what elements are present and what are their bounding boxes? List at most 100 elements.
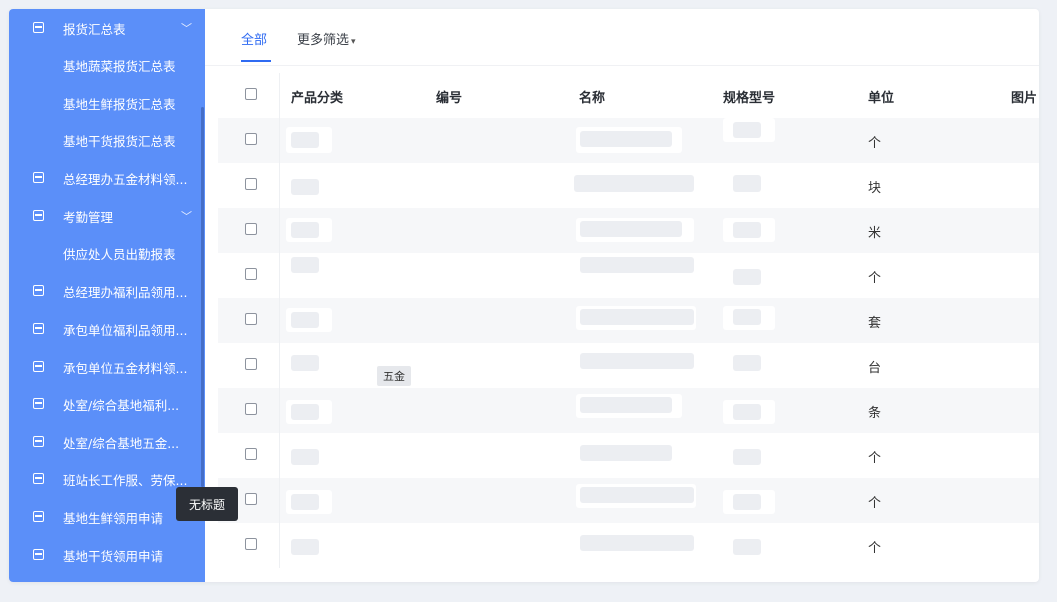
- table-row[interactable]: 米: [218, 208, 1039, 253]
- column-header-code[interactable]: 编号: [436, 87, 462, 106]
- row-checkbox[interactable]: [245, 358, 257, 370]
- chevron-down-icon[interactable]: ﹀: [181, 208, 192, 224]
- tooltip: 无标题: [176, 487, 238, 521]
- unit-cell: 个: [868, 451, 882, 466]
- form-icon: [33, 361, 44, 372]
- category-cell-placeholder: [291, 257, 319, 273]
- form-icon: [33, 436, 44, 447]
- spec-cell-placeholder: [733, 175, 761, 192]
- name-cell-placeholder: [580, 445, 672, 461]
- unit-cell: 个: [868, 496, 882, 511]
- sidebar-item-dept-hardware[interactable]: 处室/综合基地五金...: [9, 427, 205, 457]
- spec-cell-placeholder: [733, 404, 761, 420]
- sidebar-scrollbar[interactable]: [201, 107, 204, 487]
- tab-more-filters[interactable]: 更多筛选 ▾: [297, 29, 356, 48]
- table-row[interactable]: 块: [218, 163, 1039, 208]
- category-cell-placeholder: [291, 179, 319, 195]
- form-icon: [33, 172, 44, 183]
- category-cell-placeholder: [291, 132, 319, 148]
- form-icon: [33, 398, 44, 409]
- chevron-down-icon[interactable]: ﹀: [181, 20, 192, 36]
- table-row[interactable]: 个: [218, 478, 1039, 523]
- row-checkbox[interactable]: [245, 448, 257, 460]
- sidebar-item-fresh-summary[interactable]: 基地生鲜报货汇总表: [9, 88, 205, 118]
- name-cell-placeholder: [580, 397, 672, 413]
- tab-all[interactable]: 全部: [241, 29, 267, 48]
- form-icon: [33, 473, 44, 484]
- column-divider: [279, 523, 280, 568]
- main-content: 全部 更多筛选 ▾ 产品分类 编号 名称 规格型号 单位 图片 个 块 米 个 …: [205, 9, 1039, 582]
- column-header-category[interactable]: 产品分类: [291, 87, 343, 106]
- sidebar-item-label: 承包单位福利品领用...: [63, 322, 188, 338]
- sidebar-item-label: 处室/综合基地五金...: [63, 435, 180, 451]
- sidebar-item-gm-hardware[interactable]: 总经理办五金材料领...: [9, 163, 205, 193]
- sidebar-item-label: 基地干货报货汇总表: [63, 133, 176, 149]
- form-icon: [33, 210, 44, 221]
- row-checkbox[interactable]: [245, 268, 257, 280]
- table-row[interactable]: 个: [218, 253, 1039, 298]
- form-icon: [33, 511, 44, 522]
- column-divider: [279, 388, 280, 433]
- name-cell-placeholder: [580, 535, 694, 551]
- unit-cell: 套: [868, 316, 882, 331]
- category-cell-placeholder: [291, 539, 319, 555]
- name-cell-placeholder: [580, 487, 694, 503]
- sidebar-item-attendance-report[interactable]: 供应处人员出勤报表: [9, 238, 205, 268]
- column-divider: [279, 343, 280, 388]
- category-cell-placeholder: [291, 494, 319, 510]
- sidebar-item-label: 基地蔬菜报货汇总表: [63, 58, 176, 74]
- column-divider: [279, 433, 280, 478]
- sidebar-item-dept-welfare[interactable]: 处室/综合基地福利...: [9, 389, 205, 419]
- sidebar-item-dry-goods-summary[interactable]: 基地干货报货汇总表: [9, 125, 205, 155]
- sidebar-item-label: 总经理办五金材料领...: [63, 171, 188, 187]
- column-header-spec[interactable]: 规格型号: [723, 87, 775, 106]
- spec-cell-placeholder: [733, 494, 761, 510]
- table-row[interactable]: 套: [218, 298, 1039, 343]
- row-checkbox[interactable]: [245, 313, 257, 325]
- unit-cell: 条: [868, 406, 882, 421]
- sidebar-item-contractor-welfare[interactable]: 承包单位福利品领用...: [9, 314, 205, 344]
- sidebar-group-attendance[interactable]: 考勤管理 ﹀: [9, 201, 205, 231]
- category-cell-placeholder: [291, 449, 319, 465]
- row-checkbox[interactable]: [245, 403, 257, 415]
- sidebar-item-label: 供应处人员出勤报表: [63, 246, 176, 262]
- unit-cell: 个: [868, 271, 882, 286]
- sidebar-item-vegetable-summary[interactable]: 基地蔬菜报货汇总表: [9, 50, 205, 80]
- category-cell-placeholder: [291, 404, 319, 420]
- app-window: 报货汇总表 ﹀ 基地蔬菜报货汇总表 基地生鲜报货汇总表 基地干货报货汇总表 总经…: [9, 9, 1039, 582]
- tab-active-indicator: [241, 60, 271, 62]
- table-row[interactable]: 个: [218, 523, 1039, 568]
- row-checkbox[interactable]: [245, 178, 257, 190]
- sidebar-item-label: 基地生鲜领用申请: [63, 510, 164, 526]
- column-divider: [279, 298, 280, 343]
- form-icon: [33, 285, 44, 296]
- unit-cell: 个: [868, 136, 882, 151]
- table-row[interactable]: 个: [218, 433, 1039, 478]
- row-checkbox[interactable]: [245, 538, 257, 550]
- column-header-unit[interactable]: 单位: [868, 87, 894, 106]
- unit-cell: 个: [868, 541, 882, 556]
- table-row[interactable]: 台: [218, 343, 1039, 388]
- spec-cell-placeholder: [733, 449, 761, 465]
- sidebar-item-gm-welfare[interactable]: 总经理办福利品领用...: [9, 276, 205, 306]
- form-icon: [33, 549, 44, 560]
- sidebar-group-report-summary[interactable]: 报货汇总表 ﹀: [9, 13, 205, 43]
- unit-cell: 米: [868, 226, 882, 241]
- name-cell-placeholder: [580, 257, 694, 273]
- name-cell-placeholder: [580, 353, 694, 369]
- unit-cell: 块: [868, 181, 882, 196]
- column-header-image[interactable]: 图片: [1011, 87, 1037, 106]
- name-cell-placeholder: [580, 131, 672, 147]
- row-checkbox[interactable]: [245, 133, 257, 145]
- spec-cell-placeholder: [733, 269, 761, 285]
- sidebar-item-contractor-hardware[interactable]: 承包单位五金材料领...: [9, 352, 205, 382]
- column-header-name[interactable]: 名称: [579, 87, 605, 106]
- row-checkbox[interactable]: [245, 493, 257, 505]
- sidebar-item-label: 处室/综合基地福利...: [63, 397, 180, 413]
- row-checkbox[interactable]: [245, 223, 257, 235]
- sidebar-item-dry-goods-request[interactable]: 基地干货领用申请: [9, 540, 205, 570]
- hover-tag: 五金: [377, 366, 411, 386]
- select-all-checkbox[interactable]: [245, 88, 257, 100]
- table-row[interactable]: 个: [218, 118, 1039, 163]
- table-row[interactable]: 条: [218, 388, 1039, 433]
